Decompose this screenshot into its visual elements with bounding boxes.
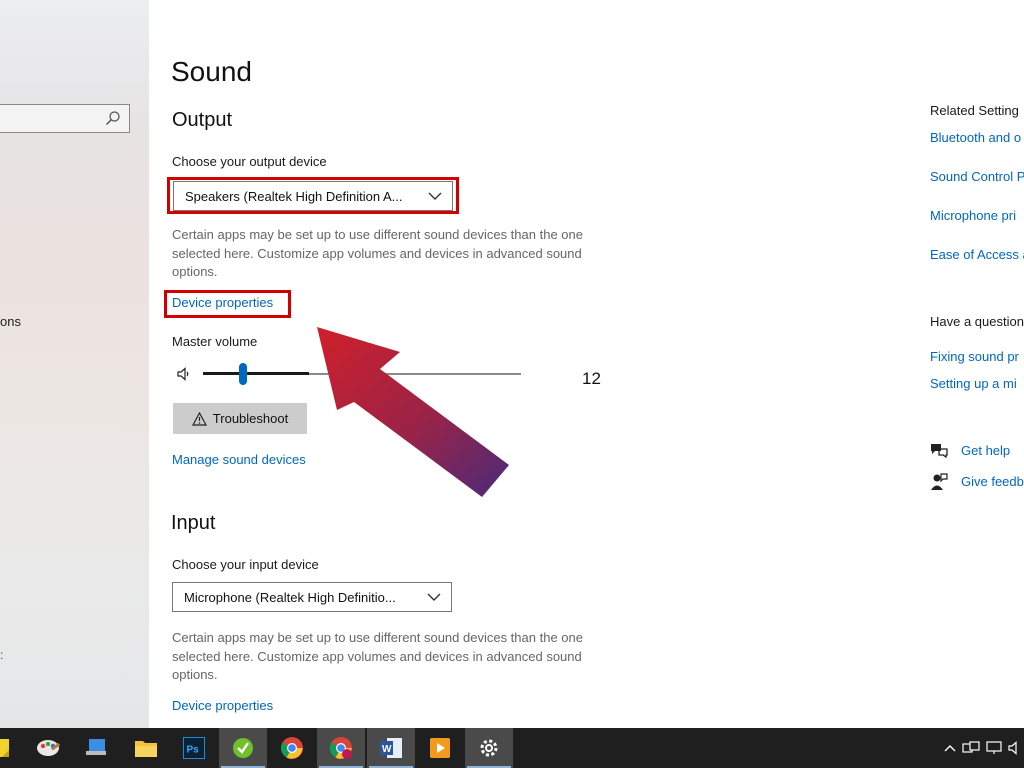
speaker-icon[interactable] [176, 366, 192, 382]
sidebar-item-fragment[interactable]: ons [0, 314, 21, 329]
output-device-dropdown[interactable]: Speakers (Realtek High Definition A... [173, 181, 453, 211]
settings-search-box[interactable] [0, 104, 130, 133]
question-link-fixing-sound[interactable]: Fixing sound pr [930, 349, 1019, 364]
photoshop-icon: Ps [183, 737, 205, 759]
svg-text:Ps: Ps [187, 745, 200, 756]
input-device-value: Microphone (Realtek High Definitio... [184, 589, 396, 605]
input-device-dropdown[interactable]: Microphone (Realtek High Definitio... [172, 582, 452, 612]
troubleshoot-button[interactable]: Troubleshoot [173, 403, 307, 434]
greenshot-icon [233, 738, 253, 758]
system-tray [944, 728, 1024, 768]
paint-icon [37, 740, 61, 756]
search-icon[interactable] [105, 110, 121, 126]
input-help-text: Certain apps may be set up to use differ… [172, 630, 583, 682]
sidebar-item-fragment-2: : [0, 648, 4, 662]
settings-icon [480, 739, 498, 757]
volume-slider-thumb[interactable] [239, 363, 247, 385]
monitor-icon[interactable] [986, 741, 1002, 755]
feedback-icon [931, 473, 948, 490]
output-device-properties-link[interactable]: Device properties [172, 295, 273, 310]
chevron-down-icon [427, 593, 441, 601]
output-help-text: Certain apps may be set up to use differ… [172, 227, 583, 279]
taskbar-paint[interactable] [24, 728, 72, 768]
related-link-microphone-privacy[interactable]: Microphone pri [930, 208, 1016, 223]
get-help-icon [931, 444, 948, 458]
chrome-icon [281, 737, 303, 759]
taskbar-chrome-profile[interactable] [317, 728, 365, 768]
word-icon: W [380, 738, 402, 758]
input-section-title: Input [171, 512, 216, 534]
taskbar-file-explorer[interactable] [122, 728, 170, 768]
output-device-value: Speakers (Realtek High Definition A... [185, 188, 403, 204]
taskbar-sticky-notes[interactable] [0, 728, 24, 768]
taskbar: Ps W [0, 728, 1024, 768]
settings-sidebar: ons : [0, 0, 149, 728]
chevron-down-icon [428, 192, 442, 200]
question-link-setting-up-mic[interactable]: Setting up a mi [930, 376, 1017, 391]
network-icon[interactable] [962, 741, 980, 755]
svg-text:W: W [382, 744, 392, 755]
taskbar-settings[interactable] [465, 728, 513, 768]
sticky-notes-icon [0, 739, 9, 757]
annotation-arrow-icon [317, 327, 509, 497]
give-feedback-link[interactable]: Give feedba [961, 474, 1024, 489]
chrome-profile-icon [330, 737, 352, 759]
related-link-bluetooth[interactable]: Bluetooth and o [930, 130, 1021, 145]
chevron-up-icon[interactable] [944, 743, 956, 753]
manage-sound-devices-link[interactable]: Manage sound devices [172, 452, 306, 467]
taskbar-chrome[interactable] [268, 728, 316, 768]
volume-value: 12 [582, 369, 601, 388]
taskbar-media-player[interactable] [416, 728, 464, 768]
taskbar-this-pc[interactable] [72, 728, 120, 768]
warning-icon [191, 411, 207, 426]
input-device-properties-link[interactable]: Device properties [172, 698, 273, 713]
volume-tray-icon[interactable] [1008, 741, 1020, 755]
volume-slider-fill [203, 372, 309, 375]
related-settings-heading: Related Setting [930, 103, 1019, 118]
taskbar-greenshot[interactable] [219, 728, 267, 768]
get-help-link[interactable]: Get help [961, 443, 1010, 458]
master-volume-label: Master volume [172, 334, 258, 349]
troubleshoot-label: Troubleshoot [212, 411, 289, 426]
taskbar-photoshop[interactable]: Ps [170, 728, 218, 768]
sound-settings-page: Sound Output Choose your output device S… [149, 0, 1024, 728]
media-player-icon [430, 738, 450, 758]
file-explorer-icon [135, 741, 157, 757]
related-link-ease-of-access[interactable]: Ease of Access a [930, 247, 1024, 262]
page-title: Sound [171, 56, 252, 87]
output-section-title: Output [172, 109, 233, 131]
have-a-question-heading: Have a question [930, 314, 1024, 329]
input-device-label: Choose your input device [172, 557, 319, 572]
pc-icon [86, 739, 106, 755]
output-device-label: Choose your output device [172, 154, 327, 169]
related-link-sound-control-panel[interactable]: Sound Control P [930, 169, 1024, 184]
taskbar-word[interactable]: W [367, 728, 415, 768]
